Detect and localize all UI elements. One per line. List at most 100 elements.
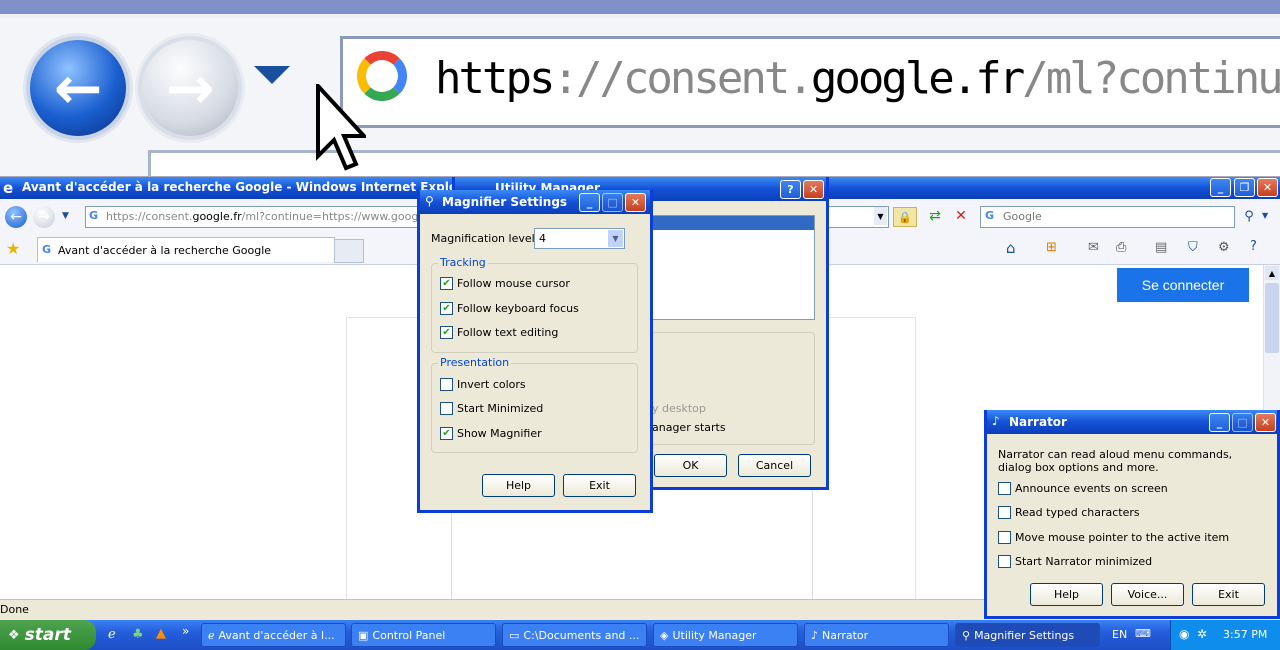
follow-mouse-cursor-checkbox[interactable]: ✔ Follow mouse cursor bbox=[440, 277, 570, 290]
sign-in-button[interactable]: Se connecter bbox=[1117, 268, 1249, 302]
cancel-button[interactable]: Cancel bbox=[738, 454, 811, 477]
lock-icon[interactable]: 🔒 bbox=[893, 207, 917, 227]
follow-text-editing-checkbox[interactable]: ✔ Follow text editing bbox=[440, 326, 558, 339]
taskbar-item-control-panel[interactable]: ▣ Control Panel bbox=[351, 623, 496, 647]
scroll-up-icon[interactable]: ▲ bbox=[1265, 266, 1279, 280]
magnification-level-label: Magnification level: bbox=[431, 232, 539, 245]
search-options-icon[interactable]: ▼ bbox=[1262, 211, 1268, 220]
close-button[interactable]: ✕ bbox=[1255, 413, 1276, 432]
language-indicator[interactable]: EN bbox=[1112, 628, 1127, 641]
taskbar-item-label: C:\Documents and ... bbox=[523, 628, 640, 642]
new-tab-button[interactable] bbox=[334, 239, 364, 263]
stop-icon[interactable]: ✕ bbox=[950, 207, 972, 225]
help-button[interactable]: ? bbox=[780, 180, 801, 199]
read-typed-characters-checkbox[interactable]: Read typed characters bbox=[998, 506, 1140, 519]
minimize-button[interactable]: _ bbox=[579, 193, 600, 212]
taskbar-item-label: Magnifier Settings bbox=[974, 628, 1075, 642]
checkbox-checked-icon[interactable]: ✔ bbox=[440, 302, 453, 315]
vlc-quicklaunch-icon[interactable]: ▲ bbox=[156, 626, 166, 641]
move-mouse-pointer-checkbox[interactable]: Move mouse pointer to the active item bbox=[998, 531, 1229, 544]
magnifier-titlebar[interactable]: ⚲ Magnifier Settings _ □ ✕ bbox=[420, 190, 650, 214]
search-placeholder: Google bbox=[1003, 210, 1042, 223]
exit-button[interactable]: Exit bbox=[563, 474, 636, 497]
checkbox-label: Start Narrator minimized bbox=[1015, 555, 1153, 568]
taskbar-item-folder[interactable]: ▭ C:\Documents and ... bbox=[502, 623, 647, 647]
taskbar-item-label: Utility Manager bbox=[672, 628, 757, 642]
checkbox-checked-icon[interactable]: ✔ bbox=[440, 326, 453, 339]
tools-gear-icon[interactable]: ⚙ bbox=[1218, 240, 1230, 255]
utility-manager-icon: ◈ bbox=[660, 628, 669, 642]
system-tray: ◉ ✲ 3:57 PM bbox=[1170, 620, 1280, 650]
scroll-thumb[interactable] bbox=[1265, 283, 1279, 353]
start-label: start bbox=[24, 625, 71, 645]
checkbox-unchecked-icon[interactable] bbox=[440, 378, 453, 391]
show-magnifier-checkbox[interactable]: ✔ Show Magnifier bbox=[440, 427, 542, 440]
taskbar-item-ie[interactable]: ℯ Avant d'accéder à l... bbox=[201, 623, 346, 647]
clock[interactable]: 3:57 PM bbox=[1223, 628, 1267, 641]
voice-button[interactable]: Voice... bbox=[1111, 583, 1184, 606]
close-button[interactable]: ✕ bbox=[1257, 178, 1278, 197]
recent-pages-icon[interactable]: ▼ bbox=[62, 211, 69, 221]
refresh-icon[interactable]: ⇄ bbox=[924, 207, 946, 225]
start-button[interactable]: ❖ start bbox=[0, 620, 96, 650]
follow-keyboard-focus-checkbox[interactable]: ✔ Follow keyboard focus bbox=[440, 302, 579, 315]
checkbox-label: Show Magnifier bbox=[457, 427, 542, 440]
search-icon[interactable]: ⚲ bbox=[1238, 207, 1260, 225]
magnified-forward-button: → bbox=[138, 36, 242, 140]
checkbox-unchecked-icon[interactable] bbox=[998, 506, 1011, 519]
ie-quicklaunch-icon[interactable]: ℯ bbox=[108, 627, 116, 642]
quicklaunch-more-icon[interactable]: » bbox=[182, 624, 189, 638]
safety-icon[interactable]: ⛉ bbox=[1188, 240, 1198, 255]
minimize-button[interactable]: _ bbox=[1210, 178, 1231, 197]
keyboard-icon[interactable]: ⌨ bbox=[1135, 627, 1151, 640]
feeds-icon[interactable]: ⊞ bbox=[1046, 240, 1057, 255]
checkbox-unchecked-icon[interactable] bbox=[998, 482, 1011, 495]
utility-list-selected-row[interactable] bbox=[651, 216, 814, 230]
narrator-dialog: ♪ Narrator _ □ ✕ Narrator can read aloud… bbox=[984, 410, 1280, 619]
minimize-button[interactable]: _ bbox=[1209, 413, 1230, 432]
favorites-star-icon[interactable]: ★ bbox=[6, 239, 20, 258]
search-box[interactable]: G Google bbox=[980, 206, 1235, 228]
close-button[interactable]: ✕ bbox=[803, 180, 824, 199]
narrator-titlebar[interactable]: ♪ Narrator _ □ ✕ bbox=[987, 410, 1277, 434]
home-icon[interactable]: ⌂ bbox=[1006, 239, 1016, 257]
forward-button[interactable]: → bbox=[33, 206, 55, 228]
taskbar-item-narrator[interactable]: ♪ Narrator bbox=[804, 623, 949, 647]
ok-button[interactable]: OK bbox=[654, 454, 727, 477]
start-minimized-checkbox[interactable]: Start Minimized bbox=[440, 402, 543, 415]
checkbox-label: Follow mouse cursor bbox=[457, 277, 570, 290]
checkbox-unchecked-icon[interactable] bbox=[998, 531, 1011, 544]
tray-icon-1[interactable]: ◉ bbox=[1179, 627, 1189, 641]
messenger-quicklaunch-icon[interactable]: ♣ bbox=[132, 627, 144, 642]
back-button[interactable]: ← bbox=[5, 206, 27, 228]
google-icon: G bbox=[985, 209, 995, 222]
help-button[interactable]: Help bbox=[482, 474, 555, 497]
taskbar-item-utility-manager[interactable]: ◈ Utility Manager bbox=[653, 623, 798, 647]
tab-active[interactable]: G Avant d'accéder à la recherche Google bbox=[37, 237, 335, 262]
checkbox-unchecked-icon[interactable] bbox=[440, 402, 453, 415]
taskbar-item-label: Narrator bbox=[822, 628, 869, 642]
mail-icon[interactable]: ✉ bbox=[1088, 240, 1099, 255]
checkbox-unchecked-icon[interactable] bbox=[998, 555, 1011, 568]
chevron-down-icon[interactable]: ▼ bbox=[608, 230, 623, 247]
arrow-left-icon: ← bbox=[53, 54, 103, 122]
checkbox-checked-icon[interactable]: ✔ bbox=[440, 427, 453, 440]
start-narrator-minimized-checkbox[interactable]: Start Narrator minimized bbox=[998, 555, 1152, 568]
page-icon[interactable]: ▤ bbox=[1155, 240, 1167, 255]
invert-colors-checkbox[interactable]: Invert colors bbox=[440, 378, 526, 391]
taskbar-item-magnifier[interactable]: ⚲ Magnifier Settings bbox=[955, 623, 1100, 647]
address-dropdown-icon[interactable]: ▼ bbox=[874, 207, 887, 225]
print-icon[interactable]: ⎙ bbox=[1116, 240, 1126, 255]
checkbox-checked-icon[interactable]: ✔ bbox=[440, 277, 453, 290]
tray-icon-2[interactable]: ✲ bbox=[1197, 627, 1207, 641]
magnification-level-select[interactable]: 4 ▼ bbox=[534, 228, 625, 249]
option-partial-2[interactable]: anager starts bbox=[652, 421, 726, 434]
announce-events-checkbox[interactable]: Announce events on screen bbox=[998, 482, 1168, 495]
help-icon[interactable]: ? bbox=[1250, 239, 1257, 254]
maximize-button[interactable]: ❐ bbox=[1234, 178, 1255, 197]
exit-button[interactable]: Exit bbox=[1192, 583, 1265, 606]
close-button[interactable]: ✕ bbox=[625, 193, 646, 212]
taskbar-item-label: Control Panel bbox=[372, 628, 446, 642]
help-button[interactable]: Help bbox=[1030, 583, 1103, 606]
utility-list[interactable] bbox=[650, 215, 815, 320]
